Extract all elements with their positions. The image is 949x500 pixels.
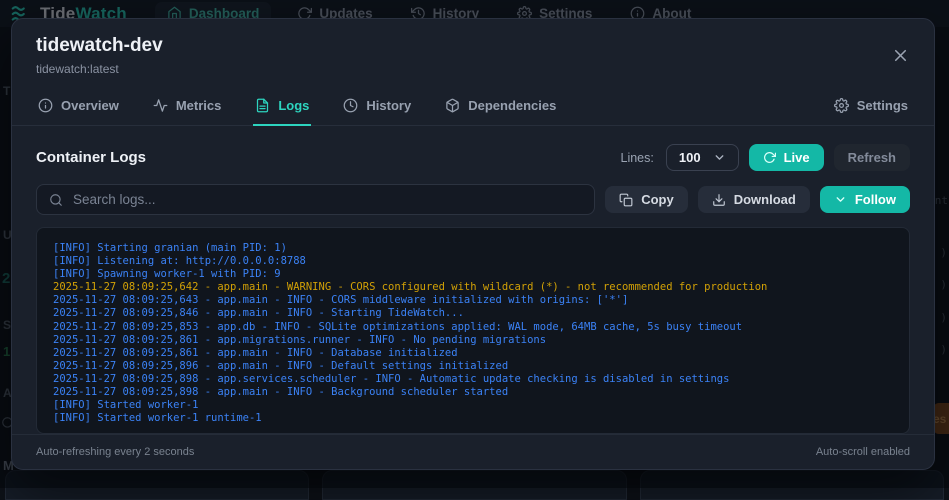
live-button[interactable]: Live <box>749 144 824 171</box>
download-button-label: Download <box>734 192 796 207</box>
log-line: 2025-11-27 08:09:25,861 - app.main - INF… <box>53 347 893 360</box>
log-search-row: Copy Download Follow <box>36 184 910 215</box>
close-button[interactable] <box>888 43 912 67</box>
refresh-button[interactable]: Refresh <box>834 144 910 171</box>
log-line: [INFO] Started worker-1 <box>53 399 893 412</box>
download-icon <box>712 193 726 207</box>
log-line: 2025-11-27 08:09:25,643 - app.main - INF… <box>53 294 893 307</box>
tab-label: Metrics <box>176 98 222 113</box>
activity-icon <box>153 98 168 113</box>
info-icon <box>38 98 53 113</box>
tab-settings[interactable]: Settings <box>832 88 910 126</box>
tab-dependencies[interactable]: Dependencies <box>443 88 558 126</box>
log-line: 2025-11-27 08:09:25,853 - app.db - INFO … <box>53 321 893 334</box>
chevron-down-icon <box>834 193 847 206</box>
log-line: 2025-11-27 08:09:25,896 - app.main - INF… <box>53 360 893 373</box>
log-line: 2025-11-27 08:09:25,846 - app.main - INF… <box>53 307 893 320</box>
log-line: 2025-11-27 08:09:25,642 - app.main - WAR… <box>53 281 893 294</box>
lines-select[interactable]: 100 <box>666 144 739 171</box>
chevron-down-icon <box>713 151 726 164</box>
modal-subtitle: tidewatch:latest <box>36 62 910 76</box>
tab-history[interactable]: History <box>341 88 413 126</box>
refresh-icon <box>763 151 776 164</box>
download-button[interactable]: Download <box>698 186 810 213</box>
log-line: 2025-11-27 08:09:25,898 - app.services.s… <box>53 373 893 386</box>
auto-scroll-status: Auto-scroll enabled <box>816 446 910 458</box>
tab-logs[interactable]: Logs <box>253 88 311 126</box>
container-details-modal: tidewatch-dev tidewatch:latest Overview … <box>11 18 935 470</box>
auto-refresh-status: Auto-refreshing every 2 seconds <box>36 446 194 458</box>
log-viewer[interactable]: [INFO] Starting granian (main PID: 1) [I… <box>36 227 910 434</box>
follow-button[interactable]: Follow <box>820 186 910 213</box>
close-icon <box>891 46 910 65</box>
refresh-button-label: Refresh <box>848 150 896 165</box>
log-line: [INFO] Started worker-1 runtime-1 <box>53 412 893 425</box>
search-box[interactable] <box>36 184 595 215</box>
log-line: 2025-11-27 08:09:25,898 - app.main - INF… <box>53 386 893 399</box>
clock-icon <box>343 98 358 113</box>
log-line: [INFO] Starting granian (main PID: 1) <box>53 242 893 255</box>
copy-button[interactable]: Copy <box>605 186 688 213</box>
log-line: [INFO] Listening at: http://0.0.0.0:8788 <box>53 255 893 268</box>
tab-label: History <box>366 98 411 113</box>
search-input[interactable] <box>73 192 582 207</box>
tab-metrics[interactable]: Metrics <box>151 88 224 126</box>
panel-heading: Container Logs <box>36 149 146 166</box>
modal-tabbar: Overview Metrics Logs History Dependenci… <box>12 88 934 126</box>
tab-label: Overview <box>61 98 119 113</box>
modal-footer: Auto-refreshing every 2 seconds Auto-scr… <box>12 434 934 471</box>
gear-icon <box>834 98 849 113</box>
tab-label: Logs <box>278 98 309 113</box>
tab-overview[interactable]: Overview <box>36 88 121 126</box>
tab-label: Settings <box>857 98 908 113</box>
logs-panel: Container Logs Lines: 100 Live Refresh <box>12 126 934 434</box>
lines-value: 100 <box>679 150 701 165</box>
lines-label: Lines: <box>621 151 654 165</box>
logs-panel-header: Container Logs Lines: 100 Live Refresh <box>36 144 910 171</box>
search-icon <box>49 193 63 207</box>
tab-label: Dependencies <box>468 98 556 113</box>
follow-button-label: Follow <box>855 192 896 207</box>
copy-button-label: Copy <box>641 192 674 207</box>
package-icon <box>445 98 460 113</box>
log-line: [INFO] Spawning worker-1 with PID: 9 <box>53 268 893 281</box>
copy-icon <box>619 193 633 207</box>
modal-title: tidewatch-dev <box>36 35 910 57</box>
live-button-label: Live <box>784 150 810 165</box>
file-text-icon <box>255 98 270 113</box>
modal-header: tidewatch-dev tidewatch:latest <box>12 19 934 88</box>
log-line: 2025-11-27 08:09:25,861 - app.migrations… <box>53 334 893 347</box>
log-controls: Lines: 100 Live Refresh <box>621 144 911 171</box>
